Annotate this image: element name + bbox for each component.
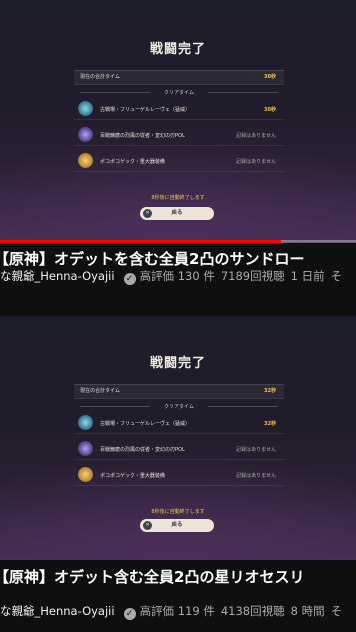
total-time-value: 32秒 xyxy=(264,388,276,394)
battle-result-title: 戦闘完了 xyxy=(149,356,206,371)
stage-time: 30秒 xyxy=(264,107,276,113)
video-meta: な親爺_Henna-Oyajii ✓ 高評価 130 件 7189回視聴 1 日前そ xyxy=(0,268,348,285)
stage-row: 百戦錬磨の烈風の従者・変幻の刃POL 記録はありません xyxy=(74,124,284,146)
clear-time-label: クリアタイム xyxy=(74,89,284,96)
stage-time: 記録はありません xyxy=(236,133,276,139)
channel-name[interactable]: な親爺_Henna-Oyajii xyxy=(0,604,115,618)
watch-progress-bar[interactable] xyxy=(0,240,356,243)
battle-result-title: 戦闘完了 xyxy=(149,42,206,57)
stage-time: 記録はありません xyxy=(236,447,276,453)
back-icon: ✕ xyxy=(143,521,152,530)
watch-progress-fill xyxy=(0,240,282,243)
total-time-value: 30秒 xyxy=(264,74,276,80)
stage-row: 古戦場・フリューゲルレーヴェ（猛威） 30秒 xyxy=(74,98,284,120)
stage-time: 32秒 xyxy=(264,421,276,427)
hydro-boss-icon xyxy=(78,415,93,430)
video-meta: な親爺_Henna-Oyajii ✓ 高評価 119 件 4138回視聴 8 時間そ xyxy=(0,603,348,620)
video-thumbnail[interactable]: 戦闘完了 現在の合計タイム 30秒 クリアタイム 古戦場・フリューゲルレーヴェ（… xyxy=(0,0,356,242)
total-time-row: 現在の合計タイム 32秒 xyxy=(74,384,284,399)
total-time-row: 現在の合計タイム 30秒 xyxy=(74,70,284,85)
anemo-boss-icon xyxy=(78,441,93,456)
pyro-boss-icon xyxy=(78,153,93,168)
more-text: そ xyxy=(330,269,343,283)
like-count: 高評価 130 件 xyxy=(139,269,215,283)
back-button[interactable]: ✕ 戻る xyxy=(140,207,214,220)
stage-name: 古戦場・フリューゲルレーヴェ（猛威） xyxy=(100,107,191,113)
stage-name: ポコポコゲック・重大器装備 xyxy=(100,159,165,165)
like-count: 高評価 119 件 xyxy=(139,604,215,618)
stage-row: ポコポコゲック・重大器装備 記録はありません xyxy=(74,464,284,486)
back-icon: ✕ xyxy=(143,209,152,218)
stage-row: ポコポコゲック・重大器装備 記録はありません xyxy=(74,150,284,172)
upload-age: 8 時間 xyxy=(290,604,325,618)
clear-time-label: クリアタイム xyxy=(74,403,284,410)
video-title[interactable]: 【原神】オデット含む全員2凸の星リオセスリ xyxy=(0,566,304,587)
verified-check-icon: ✓ xyxy=(123,608,136,620)
total-time-label: 現在の合計タイム xyxy=(80,74,120,80)
verified-check-icon: ✓ xyxy=(123,273,136,285)
channel-name[interactable]: な親爺_Henna-Oyajii xyxy=(0,269,115,283)
stage-row: 百戦錬磨の烈風の従者・変幻の刃POL 記録はありません xyxy=(74,438,284,460)
back-button-label: 戻る xyxy=(171,522,183,528)
pyro-boss-icon xyxy=(78,467,93,482)
stage-name: 百戦錬磨の烈風の従者・変幻の刃POL xyxy=(100,447,185,453)
hydro-boss-icon xyxy=(78,101,93,116)
stage-name: 古戦場・フリューゲルレーヴェ（猛威） xyxy=(100,421,191,427)
video-thumbnail[interactable]: 戦闘完了 現在の合計タイム 32秒 クリアタイム 古戦場・フリューゲルレーヴェ（… xyxy=(0,316,356,560)
stage-name: 百戦錬磨の烈風の従者・変幻の刃POL xyxy=(100,133,185,139)
stage-name: ポコポコゲック・重大器装備 xyxy=(100,473,165,479)
total-time-label: 現在の合計タイム xyxy=(80,388,120,394)
stage-time: 記録はありません xyxy=(236,159,276,165)
video-title[interactable]: 【原神】オデットを含む全員2凸のサンドロー xyxy=(0,248,304,269)
view-count: 7189回視聴 xyxy=(220,269,285,283)
auto-close-notice: 8秒後に自動終了します xyxy=(151,195,205,201)
view-count: 4138回視聴 xyxy=(220,604,285,618)
auto-close-notice: 8秒後に自動終了します xyxy=(151,509,205,515)
stage-time: 記録はありません xyxy=(236,473,276,479)
back-button[interactable]: ✕ 戻る xyxy=(140,519,214,532)
anemo-boss-icon xyxy=(78,127,93,142)
upload-age: 1 日前 xyxy=(290,269,325,283)
stage-row: 古戦場・フリューゲルレーヴェ（猛威） 32秒 xyxy=(74,412,284,434)
back-button-label: 戻る xyxy=(171,210,183,216)
more-text: そ xyxy=(330,604,343,618)
